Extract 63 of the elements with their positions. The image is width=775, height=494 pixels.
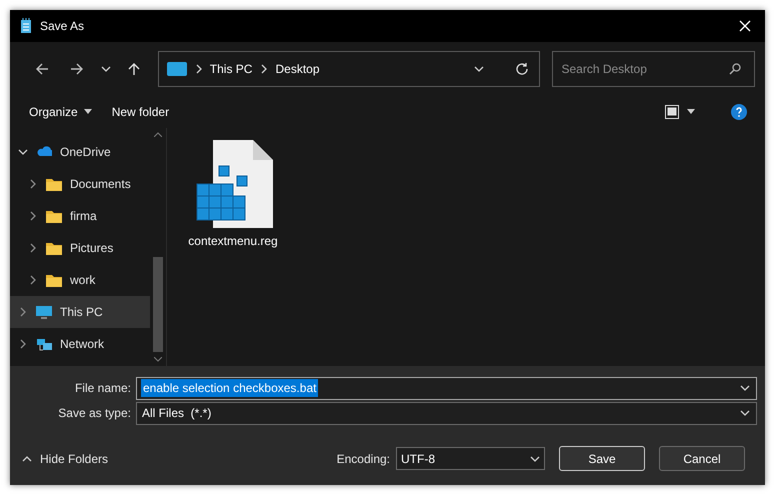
sidebar-item[interactable]: Documents bbox=[10, 168, 150, 200]
close-icon bbox=[739, 20, 751, 32]
breadcrumb-item[interactable]: Desktop bbox=[275, 60, 320, 78]
search-field[interactable]: Search Desktop bbox=[552, 50, 755, 86]
sidebar-item[interactable]: work bbox=[10, 264, 150, 296]
network-icon bbox=[36, 337, 52, 351]
caret-icon bbox=[474, 64, 484, 74]
window-title: Save As bbox=[40, 18, 84, 35]
collapsed-chevron-icon bbox=[18, 307, 28, 317]
sidebar-item[interactable]: OneDrive bbox=[10, 136, 150, 168]
caret-icon bbox=[530, 454, 540, 464]
close-button[interactable] bbox=[737, 18, 753, 34]
chevron-icon bbox=[194, 64, 202, 74]
collapsed-chevron-icon bbox=[28, 243, 38, 253]
save-as-type-dropdown[interactable]: All Files (*.*) bbox=[136, 402, 757, 424]
folder-icon bbox=[46, 209, 62, 223]
field-label: Save as type: bbox=[57, 405, 132, 422]
encoding-label: Encoding: bbox=[336, 450, 390, 468]
search-icon bbox=[729, 62, 741, 74]
pane-icon bbox=[665, 104, 679, 118]
new-folder-button[interactable]: New folder bbox=[104, 98, 176, 124]
collapsed-chevron-icon bbox=[18, 339, 28, 349]
address-bar[interactable]: This PC Desktop bbox=[158, 50, 540, 86]
collapsed-chevron-icon bbox=[28, 275, 38, 285]
right-arrow-icon bbox=[70, 62, 84, 76]
folder-icon bbox=[46, 177, 62, 191]
scroll-up-icon bbox=[154, 132, 162, 137]
monitor-icon bbox=[36, 305, 52, 319]
caret-icon bbox=[740, 408, 750, 418]
collapsed-chevron-icon bbox=[28, 179, 38, 189]
notepad-icon bbox=[20, 18, 32, 34]
scroll-down-icon bbox=[154, 357, 162, 362]
cancel-button[interactable]: Cancel bbox=[659, 446, 745, 471]
caret-up-icon bbox=[22, 454, 32, 464]
collapsed-chevron-icon bbox=[28, 211, 38, 221]
breadcrumb-item[interactable]: This PC bbox=[210, 60, 252, 78]
file-item[interactable]: contextmenu.reg bbox=[185, 140, 281, 366]
up-arrow-icon bbox=[127, 62, 142, 76]
caret-icon bbox=[740, 383, 750, 393]
folder-icon bbox=[46, 241, 62, 255]
hide-folders-button[interactable]: Hide Folders bbox=[22, 450, 108, 468]
caret-icon bbox=[100, 64, 111, 74]
help-icon bbox=[731, 104, 747, 120]
sidebar-item[interactable]: This PC bbox=[10, 296, 150, 328]
chevron-icon bbox=[260, 64, 268, 74]
cloud-icon bbox=[36, 145, 52, 159]
field-label: File name: bbox=[74, 380, 132, 397]
sidebar-item[interactable]: firma bbox=[10, 200, 150, 232]
left-arrow-icon bbox=[34, 62, 49, 76]
sidebar-item[interactable]: Network bbox=[10, 328, 150, 360]
sidebar-item[interactable]: Pictures bbox=[10, 232, 150, 264]
refresh-icon bbox=[515, 62, 530, 76]
file-name-field[interactable]: enable selection checkboxes.bat bbox=[136, 376, 757, 400]
caret-icon bbox=[84, 109, 92, 114]
caret-icon bbox=[687, 109, 695, 114]
expanded-chevron-icon bbox=[18, 147, 28, 157]
organize-menu-button[interactable]: Organize bbox=[22, 98, 99, 124]
folder-icon bbox=[46, 273, 62, 287]
pc-icon bbox=[166, 62, 187, 76]
scrollbar-thumb[interactable] bbox=[153, 257, 163, 352]
help-button[interactable] bbox=[731, 104, 747, 120]
encoding-dropdown[interactable]: UTF-8 bbox=[396, 447, 545, 470]
save-button[interactable]: Save bbox=[559, 446, 645, 471]
